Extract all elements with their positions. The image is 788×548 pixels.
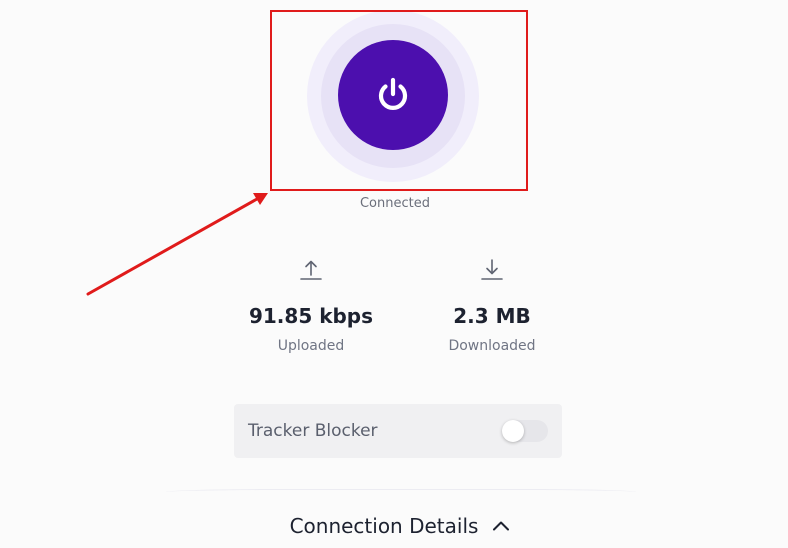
connection-status-label: Connected — [359, 196, 430, 211]
vpn-main-screen: Connected 91.85 kbps Uploaded 2.3 MB Dow… — [0, 0, 788, 548]
download-arrow-icon — [481, 259, 503, 280]
tracker-blocker-toggle[interactable] — [502, 420, 548, 442]
connection-details-label: Connection Details — [289, 514, 479, 538]
upload-arrow-icon — [300, 260, 322, 280]
details-divider — [166, 489, 636, 492]
chevron-up-icon — [493, 521, 510, 531]
power-button[interactable] — [338, 40, 448, 150]
upload-value: 91.85 kbps — [248, 304, 374, 328]
tracker-blocker-label: Tracker Blocker — [248, 421, 378, 441]
download-stat: 2.3 MB Downloaded — [412, 256, 572, 354]
toggle-knob — [502, 420, 524, 442]
tracker-blocker-row: Tracker Blocker — [234, 404, 562, 458]
connection-details-button[interactable]: Connection Details — [280, 510, 520, 542]
download-value: 2.3 MB — [453, 304, 531, 328]
power-icon — [378, 77, 408, 110]
upload-stat: 91.85 kbps Uploaded — [231, 256, 391, 354]
download-label: Downloaded — [448, 338, 536, 354]
upload-label: Uploaded — [277, 338, 345, 354]
